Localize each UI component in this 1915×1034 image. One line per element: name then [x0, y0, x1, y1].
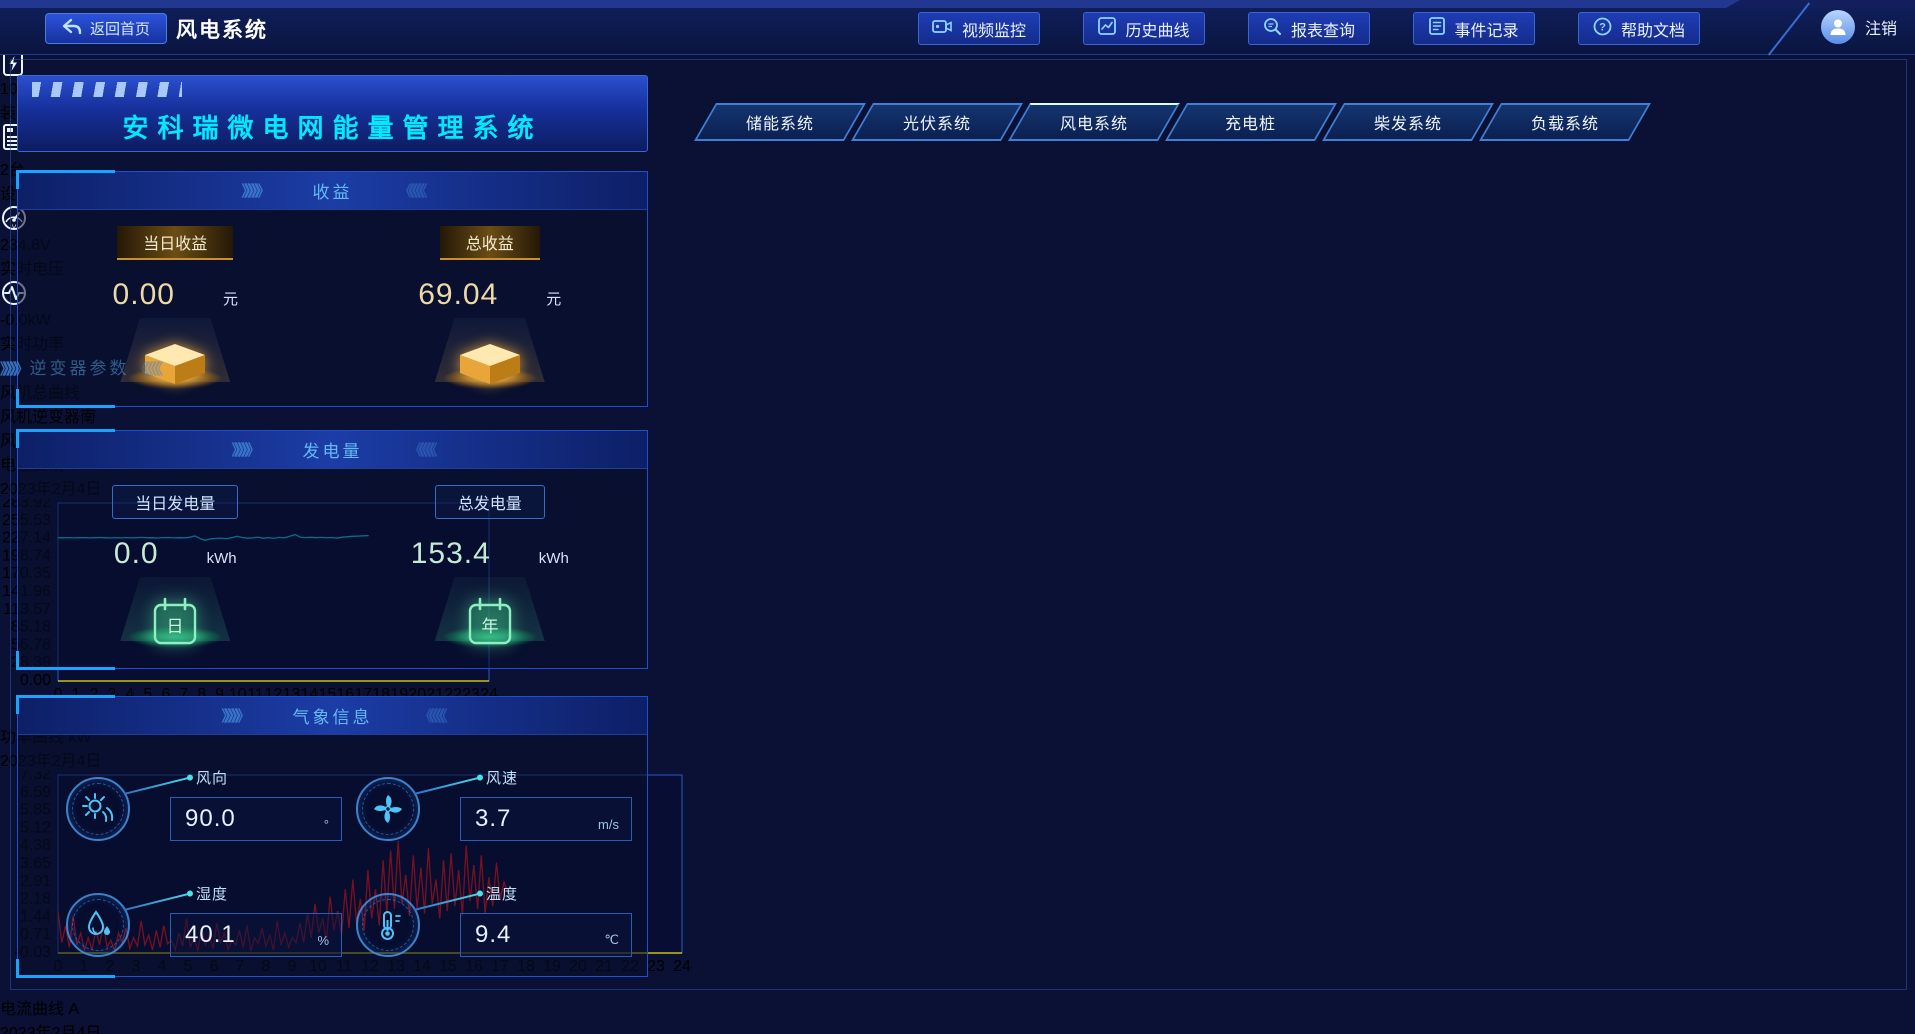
connector-line [414, 893, 479, 911]
connector-line [124, 777, 189, 795]
chevrons-left-icon: 《《《《《 [419, 705, 444, 726]
generation-header: 》》》》》 发电量 《《《《《 [18, 431, 647, 469]
svg-text:?: ? [1599, 21, 1606, 33]
video-monitor-button[interactable]: 视频监控 [918, 12, 1040, 45]
help-doc-button[interactable]: ? 帮助文档 [1578, 12, 1700, 45]
wind-speed-item: 风速 3.7 m/s [356, 757, 642, 849]
tab-diesel-system[interactable]: 柴发系统 [1322, 103, 1494, 141]
question-circle-icon: ? [1593, 17, 1612, 41]
top-actions: 视频监控 历史曲线 报表查询 事件记录 ? 帮助文档 [918, 12, 1700, 45]
generation-title: 发电量 [303, 437, 363, 462]
wind-direction-value-box: 90.0 ° [170, 797, 342, 841]
total-generation-metric: 总发电量 153.4 kWh 年 [350, 485, 630, 649]
calendar-day-icon: 日 [120, 577, 230, 649]
daily-generation-label: 当日发电量 [112, 485, 238, 519]
svg-text:23: 23 [647, 958, 665, 975]
back-arrow-icon [62, 18, 82, 40]
income-header: 》》》》》 收益 《《《《《 [18, 172, 647, 210]
chevrons-left-icon: 《《《《《 [134, 361, 159, 378]
chevrons-right-icon: 》》》》》 [221, 705, 246, 726]
wind-direction-label: 风向 [196, 767, 228, 788]
connector-line [124, 893, 189, 911]
top-bar: 返回首页 风电系统 视频监控 历史曲线 报表查询 事件记录 ? 帮助文档 [0, 0, 1915, 55]
humidity-value-box: 40.1 % [170, 913, 342, 957]
event-log-button[interactable]: 事件记录 [1413, 12, 1535, 45]
document-icon [1429, 17, 1445, 40]
connector-line [414, 777, 479, 795]
current-chart-panel: 电流曲线 A 2023年2月4日 1.201.080.960.840.720.6… [0, 995, 505, 1034]
report-query-button[interactable]: 报表查询 [1248, 12, 1370, 45]
tab-load-system[interactable]: 负载系统 [1479, 103, 1651, 141]
dashboard-root: 返回首页 风电系统 视频监控 历史曲线 报表查询 事件记录 ? 帮助文档 [0, 0, 1915, 1034]
history-chart-icon [1098, 17, 1116, 40]
daily-income-unit: 元 [223, 288, 238, 309]
humidity-item: 湿度 40.1 % [66, 873, 352, 965]
income-panel: 》》》》》 收益 《《《《《 当日收益 0.00 元 总收益 69.04 [17, 171, 648, 407]
daily-income-label: 当日收益 [117, 226, 233, 260]
tab-charging-pile[interactable]: 充电桩 [1165, 103, 1337, 141]
total-income-label: 总收益 [440, 226, 540, 260]
top-accent-strip-end [1744, 0, 1915, 8]
humidity-label: 湿度 [196, 883, 228, 904]
daily-income-value: 0.00 [113, 278, 175, 312]
calendar-year-icon: 年 [435, 577, 545, 649]
user-box: 注销 [1821, 10, 1897, 44]
gold-box-icon [120, 318, 230, 390]
svg-text:24: 24 [673, 958, 691, 975]
wind-direction-item: 风向 90.0 ° [66, 757, 352, 849]
income-title: 收益 [313, 178, 353, 203]
brand-panel: 安科瑞微电网能量管理系统 [17, 75, 648, 152]
tab-wind-system[interactable]: 风电系统 [1008, 103, 1180, 141]
wind-speed-value-box: 3.7 m/s [460, 797, 632, 841]
humidity-icon [66, 893, 130, 957]
daily-generation-unit: kWh [207, 550, 237, 567]
total-generation-unit: kWh [539, 550, 569, 567]
total-income-value: 69.04 [418, 278, 498, 312]
wind-direction-icon [66, 777, 130, 841]
user-avatar[interactable] [1821, 10, 1855, 44]
tab-pv-system[interactable]: 光伏系统 [851, 103, 1023, 141]
temperature-label: 温度 [486, 883, 518, 904]
history-curve-button[interactable]: 历史曲线 [1083, 12, 1205, 45]
brand-stripes-decor [32, 82, 182, 97]
chevrons-left-icon: 《《《《《 [399, 180, 424, 201]
temperature-value-box: 9.4 ℃ [460, 913, 632, 957]
total-income-metric: 总收益 69.04 元 [350, 226, 630, 390]
top-accent-strip [0, 0, 1740, 8]
back-home-label: 返回首页 [90, 18, 150, 39]
brand-title: 安科瑞微电网能量管理系统 [18, 108, 647, 145]
daily-income-metric: 当日收益 0.00 元 [35, 226, 315, 390]
back-home-button[interactable]: 返回首页 [45, 13, 167, 44]
magnifier-icon [1263, 17, 1282, 41]
svg-text:0.00: 0.00 [20, 672, 51, 689]
wind-speed-icon [356, 777, 420, 841]
svg-text:日: 日 [167, 617, 184, 636]
logout-button[interactable]: 注销 [1865, 15, 1897, 39]
current-chart-header: 电流曲线 A [0, 995, 505, 1019]
current-chart-date: 2023年2月4日 [0, 1019, 505, 1034]
video-camera-icon [932, 18, 953, 40]
temperature-icon [356, 893, 420, 957]
weather-panel: 》》》》》 气象信息 《《《《《 风向 90.0 ° [17, 696, 648, 977]
chevrons-right-icon: 》》》》》 [241, 180, 266, 201]
daily-generation-value: 0.0 [114, 537, 159, 571]
svg-text:年: 年 [481, 617, 498, 636]
topbar-diagonal-divider [1768, 2, 1810, 55]
weather-header: 》》》》》 气象信息 《《《《《 [18, 697, 647, 735]
total-income-unit: 元 [546, 288, 561, 309]
total-generation-label: 总发电量 [435, 485, 545, 519]
wind-speed-label: 风速 [486, 767, 518, 788]
temperature-item: 温度 9.4 ℃ [356, 873, 642, 965]
weather-title: 气象信息 [293, 703, 373, 728]
page-title: 风电系统 [176, 14, 268, 44]
tab-storage-system[interactable]: 储能系统 [694, 103, 866, 141]
chevrons-right-icon: 》》》》》 [0, 361, 25, 378]
daily-generation-metric: 当日发电量 0.0 kWh 日 [35, 485, 315, 649]
gold-box-icon [435, 318, 545, 390]
total-generation-value: 153.4 [411, 537, 491, 571]
generation-panel: 》》》》》 发电量 《《《《《 当日发电量 0.0 kWh 日 总发电量 153… [17, 430, 648, 669]
chevrons-left-icon: 《《《《《 [409, 439, 434, 460]
system-tabs: 储能系统 光伏系统 风电系统 充电桩 柴发系统 负载系统 [705, 103, 1640, 141]
chevrons-right-icon: 》》》》》 [231, 439, 256, 460]
